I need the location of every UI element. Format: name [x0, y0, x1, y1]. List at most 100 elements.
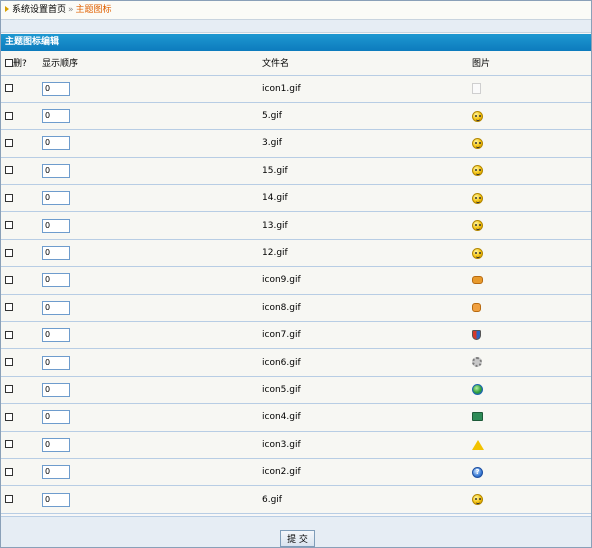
delete-cell: [1, 211, 42, 240]
order-input[interactable]: 0: [42, 410, 70, 425]
delete-checkbox[interactable]: [5, 440, 13, 449]
image-cell: [472, 211, 591, 240]
filename-cell: 13.gif: [262, 211, 472, 240]
delete-cell: [1, 75, 42, 103]
icon-table: 删? 显示顺序 文件名 图片 0 icon1.gif 0 5.gif 0 3.gif 0 15…: [1, 51, 591, 514]
delete-checkbox[interactable]: [5, 111, 13, 120]
page-frame: 系统设置首页» 主题图标 主题图标编辑 删? 显示顺序 文件名 图片 0 icon1…: [0, 0, 592, 548]
table-row: 0 icon8.gif: [1, 294, 591, 323]
thumbs-up-icon: [472, 302, 481, 312]
gear-icon: [472, 357, 482, 368]
order-input[interactable]: 0: [42, 492, 70, 507]
order-cell: 0: [42, 184, 262, 213]
delete-checkbox[interactable]: [5, 166, 13, 175]
table-row: 0 icon1.gif: [1, 75, 591, 103]
filename-cell: icon8.gif: [262, 294, 472, 323]
order-cell: 0: [42, 321, 262, 350]
image-cell: [472, 431, 591, 459]
order-input[interactable]: 0: [42, 328, 70, 343]
delete-checkbox[interactable]: [5, 467, 13, 476]
document-icon: [472, 83, 481, 95]
order-input[interactable]: 0: [42, 273, 70, 288]
delete-checkbox[interactable]: [5, 275, 13, 284]
spacer-band: [1, 20, 591, 33]
delete-checkbox[interactable]: [5, 412, 13, 421]
order-cell: 0: [42, 266, 262, 295]
breadcrumb-separator: »: [68, 5, 74, 15]
filename-cell: 14.gif: [262, 184, 472, 213]
delete-checkbox[interactable]: [5, 385, 13, 394]
globe-icon: [472, 384, 483, 396]
warning-icon: [472, 439, 484, 450]
table-row: 0 icon7.gif: [1, 321, 591, 350]
tongue-smiley-icon: [472, 494, 483, 506]
table-row: 0 3.gif: [1, 129, 591, 158]
image-cell: [472, 102, 591, 131]
order-input[interactable]: 0: [42, 355, 70, 370]
filename-cell: 6.gif: [262, 485, 472, 514]
table-row: 0 icon6.gif: [1, 348, 591, 377]
order-input[interactable]: 0: [42, 246, 70, 261]
delete-cell: [1, 403, 42, 432]
table-row: 0 15.gif: [1, 157, 591, 186]
sad-smiley-icon: [472, 165, 483, 177]
header-order: 显示顺序: [42, 51, 262, 76]
filename-cell: icon1.gif: [262, 75, 472, 103]
wink-smiley-icon: [472, 192, 483, 204]
submit-button[interactable]: 提 交: [280, 530, 315, 547]
smile-smiley-icon: [472, 247, 483, 259]
image-cell: ?: [472, 458, 591, 487]
breadcrumb-current: 主题图标: [75, 5, 112, 15]
image-cell: [472, 321, 591, 350]
delete-checkbox[interactable]: [5, 495, 13, 504]
shield-icon: [472, 329, 481, 340]
delete-cell: [1, 102, 42, 131]
section-title: 主题图标编辑: [1, 34, 591, 51]
order-cell: 0: [42, 348, 262, 377]
delete-cell: [1, 184, 42, 213]
delete-checkbox[interactable]: [5, 84, 13, 93]
filename-cell: 12.gif: [262, 239, 472, 268]
delete-checkbox[interactable]: [5, 248, 13, 257]
order-cell: 0: [42, 431, 262, 459]
delete-cell: [1, 239, 42, 268]
table-row: 0 5.gif: [1, 102, 591, 131]
table-row: 0 6.gif: [1, 485, 591, 514]
filename-cell: icon4.gif: [262, 403, 472, 432]
breadcrumb-home-link[interactable]: 系统设置首页: [12, 5, 66, 15]
breadcrumb-arrow-icon: [5, 6, 9, 12]
order-input[interactable]: 0: [42, 136, 70, 151]
delete-checkbox[interactable]: [5, 358, 13, 367]
order-input[interactable]: 0: [42, 109, 70, 124]
order-input[interactable]: 0: [42, 163, 70, 178]
order-input[interactable]: 0: [42, 465, 70, 480]
order-input[interactable]: 0: [42, 300, 70, 315]
delete-cell: [1, 266, 42, 295]
delete-checkbox[interactable]: [5, 138, 13, 147]
filename-cell: 3.gif: [262, 129, 472, 158]
order-input[interactable]: 0: [42, 218, 70, 233]
header-delete-label: 删?: [13, 59, 27, 70]
order-input[interactable]: 0: [42, 382, 70, 397]
delete-checkbox[interactable]: [5, 303, 13, 312]
select-all-checkbox[interactable]: [5, 58, 13, 67]
order-input[interactable]: 0: [42, 191, 70, 206]
image-cell: [472, 239, 591, 268]
header-delete-cell: 删?: [1, 51, 42, 76]
delete-checkbox[interactable]: [5, 221, 13, 230]
delete-cell: [1, 376, 42, 405]
image-cell: [472, 266, 591, 295]
surprised-smiley-icon: [472, 110, 483, 122]
delete-checkbox[interactable]: [5, 330, 13, 339]
order-cell: 0: [42, 376, 262, 405]
image-cell: [472, 75, 591, 103]
order-cell: 0: [42, 129, 262, 158]
table-row: 0 icon3.gif: [1, 431, 591, 459]
filename-cell: icon9.gif: [262, 266, 472, 295]
order-input[interactable]: 0: [42, 81, 70, 96]
image-cell: [472, 348, 591, 377]
header-image: 图片: [472, 51, 591, 76]
order-cell: 0: [42, 239, 262, 268]
delete-checkbox[interactable]: [5, 193, 13, 202]
order-input[interactable]: 0: [42, 437, 70, 452]
